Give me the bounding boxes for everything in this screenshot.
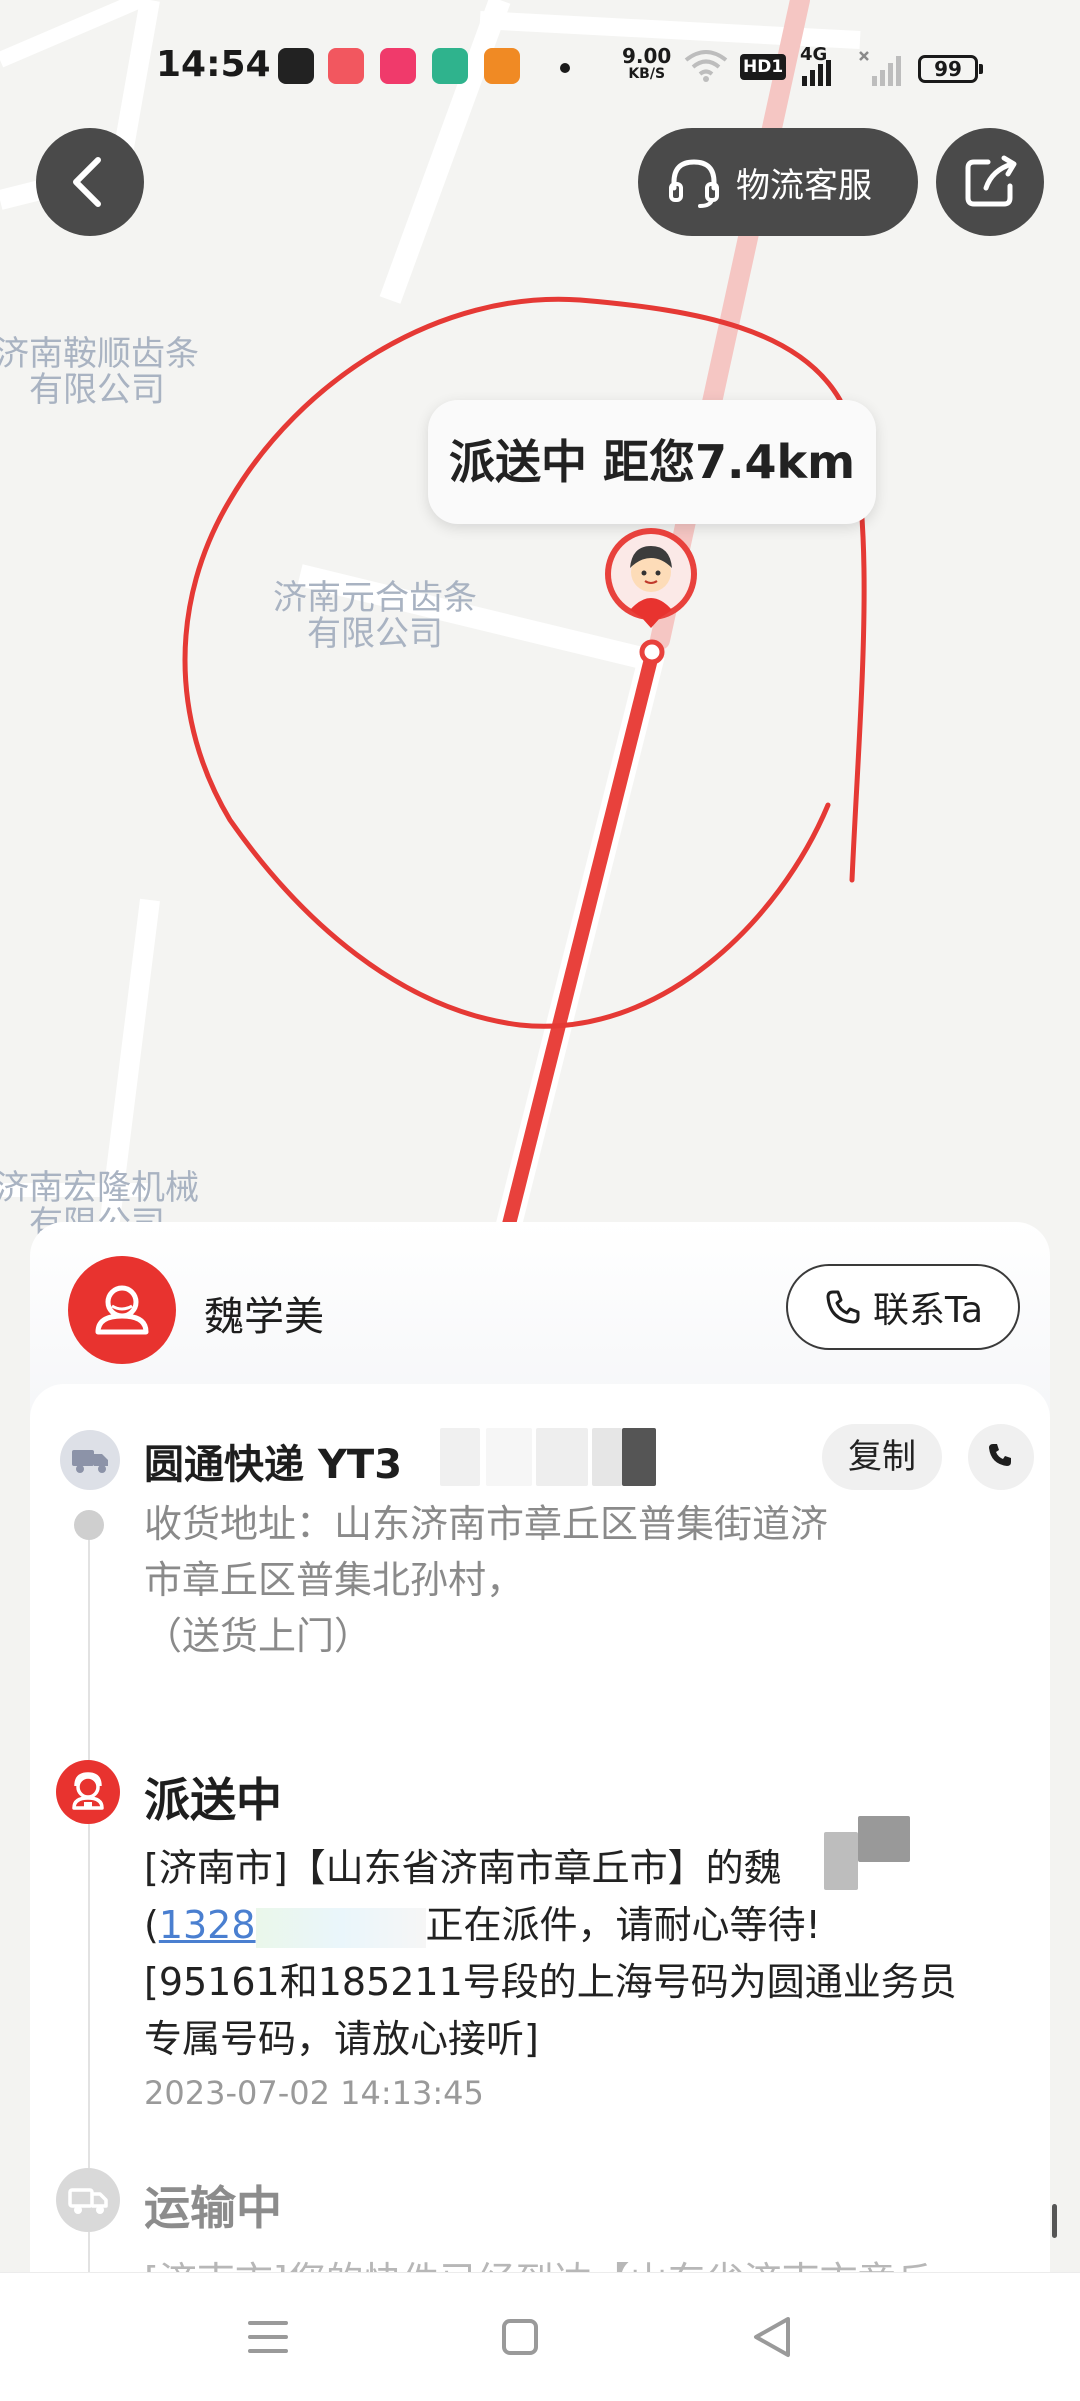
system-navigation-bar xyxy=(0,2272,1080,2401)
distance-callout: 派送中 距您7.4km xyxy=(428,400,876,524)
event-line-suffix: 正在派件，请耐心等待! xyxy=(425,1903,821,1947)
redaction-block xyxy=(486,1428,532,1486)
headset-icon xyxy=(669,159,719,208)
wifi-icon xyxy=(684,50,728,82)
redaction-block xyxy=(622,1428,656,1486)
logistics-customer-service-button[interactable]: 物流客服 xyxy=(638,128,918,236)
event-line: [95161和185211号段的上海号码为圆通业务员 xyxy=(144,1960,957,2004)
redaction-block xyxy=(536,1428,588,1486)
back-nav-button[interactable] xyxy=(732,2297,812,2377)
courier-location-marker[interactable] xyxy=(600,526,702,636)
battery-indicator: 99 xyxy=(918,55,983,83)
redaction-block xyxy=(824,1832,858,1890)
carrier-and-tracking: 圆通快递 YT3 xyxy=(144,1432,402,1490)
carrier-name: 圆通快递 xyxy=(144,1442,304,1488)
map-view[interactable]: 济南鞍顺齿条有限公司 济南元合齿条有限公司 济南宏隆机械有限公司 派送中 距您7… xyxy=(0,0,1080,1260)
notification-app-icon xyxy=(484,48,520,84)
customer-service-label: 物流客服 xyxy=(736,165,872,206)
timeline-line xyxy=(88,1540,90,1762)
courier-delivery-icon xyxy=(72,1772,104,1810)
scrollbar-indicator[interactable] xyxy=(1052,2204,1057,2238)
truck-glyph-icon xyxy=(72,1450,108,1473)
tracking-number: YT3 xyxy=(317,1442,403,1488)
address-line: 收货地址：山东济南市章丘区普集街道济 xyxy=(144,1502,829,1546)
chevron-left-icon xyxy=(73,157,101,207)
redaction-block xyxy=(858,1816,910,1862)
contact-courier-button[interactable]: 联系Ta xyxy=(786,1264,1020,1350)
home-button[interactable] xyxy=(480,2297,560,2377)
signal-no-service-icon xyxy=(859,51,901,86)
share-icon xyxy=(965,155,1017,207)
notification-app-icon xyxy=(432,48,468,84)
address-line: （送货上门） xyxy=(144,1614,373,1658)
phone-icon xyxy=(826,1290,860,1324)
address-line: 市章丘区普集北孙村， xyxy=(144,1558,525,1602)
signal-strength-icon xyxy=(802,60,831,86)
more-notifications-dot xyxy=(560,63,570,73)
in-transit-status-icon xyxy=(56,2168,120,2232)
notification-app-icon xyxy=(328,48,364,84)
status-time: 14:54 xyxy=(156,44,271,85)
hd-badge: HD1 xyxy=(740,54,787,80)
previous-status-title: 运输中 xyxy=(144,2181,282,2235)
copy-tracking-button[interactable]: 复制 xyxy=(822,1424,942,1490)
redaction-block xyxy=(440,1428,480,1486)
shipment-detail-card: 圆通快递 YT3 复制 收货地址：山东济南市章丘区普集街道济 市章丘区普集北孙村… xyxy=(30,1384,1050,2284)
current-status-time: 2023-07-02 14:13:45 xyxy=(144,2074,484,2112)
recent-apps-button[interactable] xyxy=(228,2297,308,2377)
delivering-status-icon xyxy=(56,1760,120,1824)
square-icon xyxy=(502,2319,538,2355)
contact-courier-label: 联系Ta xyxy=(872,1290,984,1331)
phone-prefix: ( xyxy=(144,1903,159,1947)
share-button[interactable] xyxy=(936,128,1044,236)
truck-icon xyxy=(68,2188,108,2214)
event-line-phone: (1328 正在派件，请耐心等待! xyxy=(144,1897,1044,1954)
network-speed: 9.00 KB/S xyxy=(622,44,672,82)
call-carrier-button[interactable] xyxy=(968,1424,1034,1490)
menu-icon xyxy=(248,2321,288,2353)
phone-icon xyxy=(989,1444,1011,1466)
map-roads xyxy=(0,0,867,1260)
courier-phone-link[interactable]: 1328 xyxy=(159,1903,256,1947)
timeline-line xyxy=(88,1824,90,2168)
carrier-truck-icon xyxy=(60,1430,120,1490)
notification-app-icon xyxy=(380,48,416,84)
redaction-block xyxy=(592,1428,622,1486)
back-button[interactable] xyxy=(36,128,144,236)
courier-avatar xyxy=(68,1256,176,1364)
timeline-address-dot xyxy=(74,1510,104,1540)
event-line: 专属号码，请放心接听] xyxy=(144,2017,539,2061)
map-poi-label: 济南元合齿条 有限公司 xyxy=(273,578,477,654)
courier-avatar-pin-icon xyxy=(605,528,697,628)
notification-app-icon xyxy=(278,48,314,84)
phone-redaction-gap xyxy=(255,1907,426,1948)
delivery-address: 收货地址：山东济南市章丘区普集街道济 市章丘区普集北孙村， （送货上门） xyxy=(144,1496,1014,1664)
status-bar: 14:54 9.00 KB/S HD1 4G 99 xyxy=(0,0,1080,140)
current-status-description: [济南市]【山东省济南市章丘市】的魏 (1328 正在派件，请耐心等待! [951… xyxy=(144,1840,1044,2068)
map-poi-label: 济南鞍顺齿条 有限公司 xyxy=(0,334,199,410)
courier-person-icon xyxy=(95,1285,149,1335)
courier-name: 魏学美 xyxy=(204,1294,324,1340)
triangle-back-icon xyxy=(754,2317,790,2357)
current-status-title: 派送中 xyxy=(144,1773,282,1827)
